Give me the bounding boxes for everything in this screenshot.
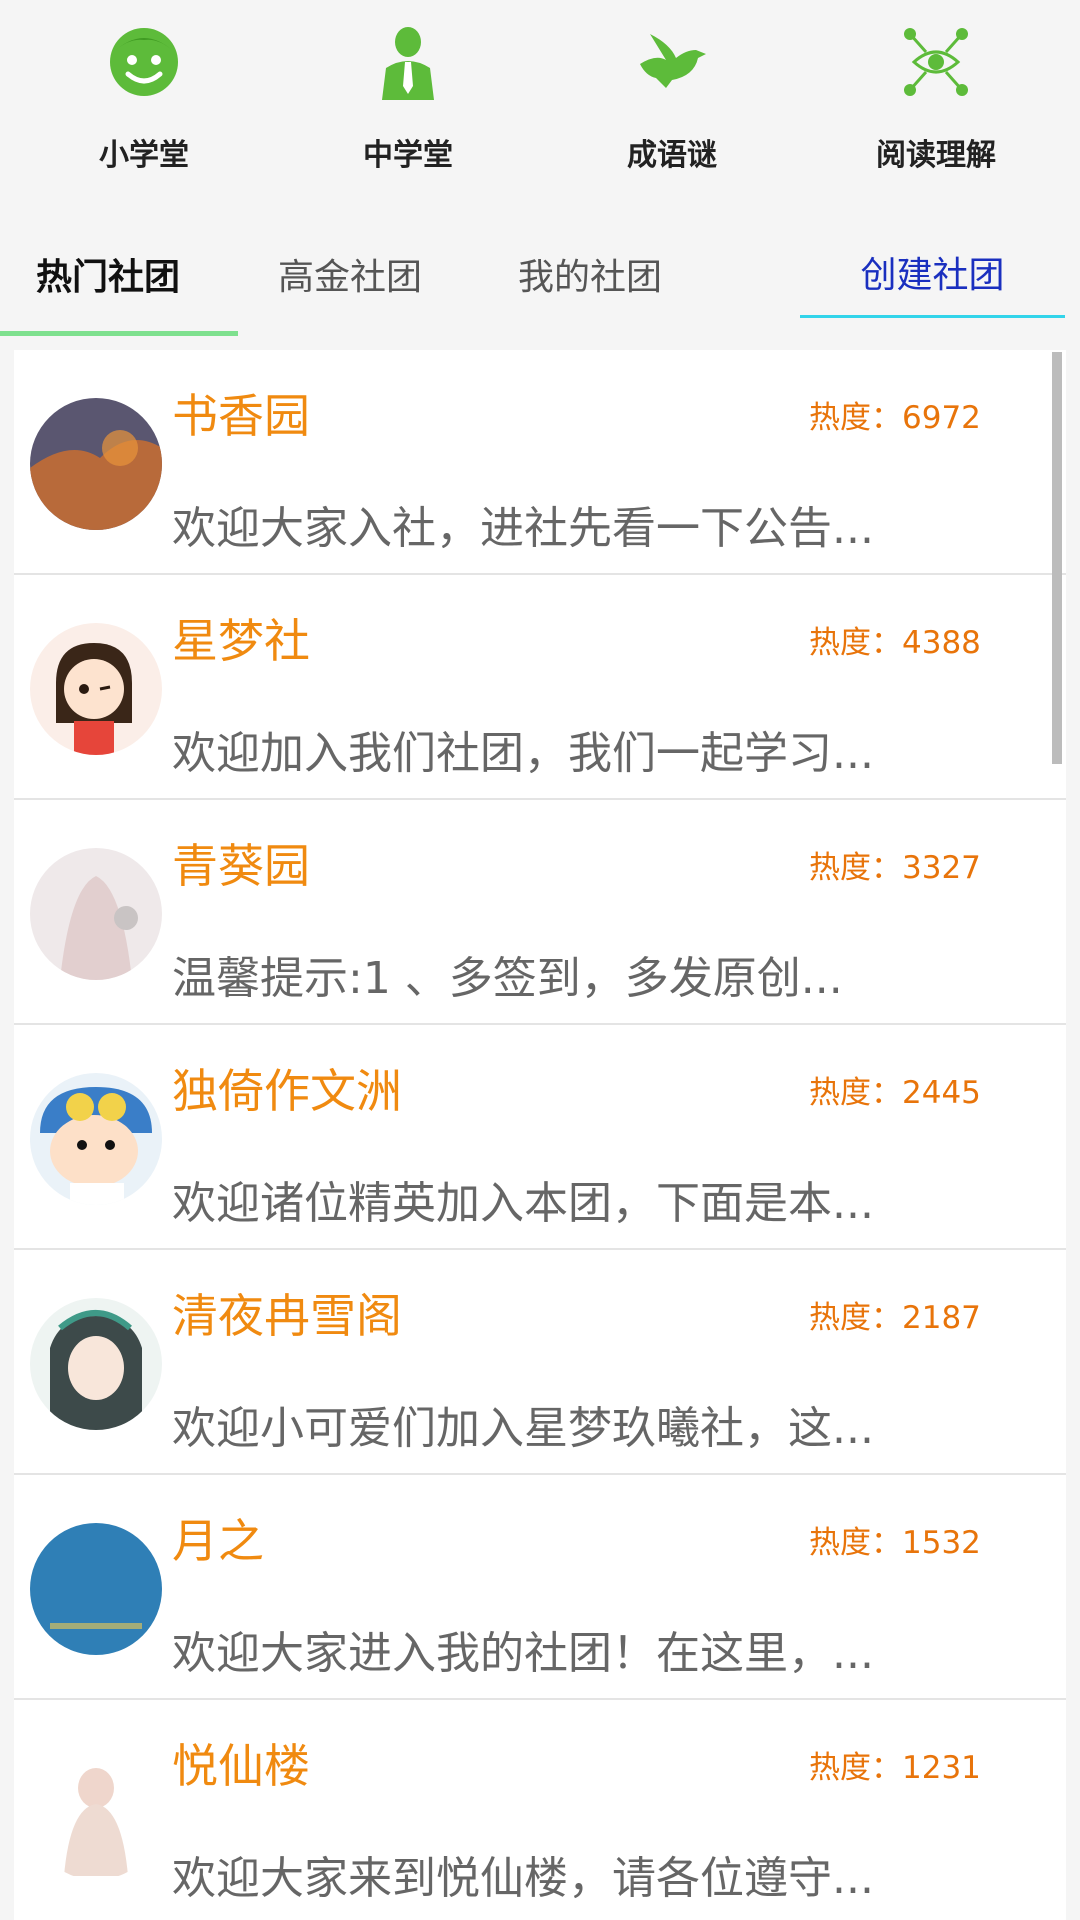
club-heat: 热度：2187 [809, 1300, 981, 1336]
club-name: 独倚作文洲 [172, 1064, 402, 1118]
category-label: 成语谜 [627, 138, 717, 173]
club-description: 欢迎诸位精英加入本团，下面是本... [172, 1178, 874, 1229]
club-description: 欢迎大家来到悦仙楼，请各位遵守... [172, 1853, 874, 1904]
club-avatar [30, 398, 162, 530]
club-row[interactable]: 星梦社 热度：4388 欢迎加入我们社团，我们一起学习... [14, 575, 1066, 800]
category-bar: 小学堂 中学堂 成语谜 阅读理解 [0, 0, 1080, 200]
club-heat: 热度：1532 [809, 1525, 981, 1561]
smiley-face-icon [110, 28, 178, 96]
create-club-button[interactable]: 创建社团 [800, 246, 1065, 298]
club-avatar [30, 848, 162, 980]
club-name: 月之 [172, 1514, 264, 1568]
club-name: 青葵园 [172, 839, 310, 893]
tab-my-clubs[interactable]: 我的社团 [518, 248, 662, 300]
active-tab-indicator [0, 331, 238, 336]
club-row[interactable]: 书香园 热度：6972 欢迎大家入社，进社先看一下公告... [14, 350, 1066, 575]
club-description: 欢迎小可爱们加入星梦玖曦社，这... [172, 1403, 874, 1454]
category-xiaoxuetang[interactable]: 小学堂 [24, 0, 264, 200]
club-name: 悦仙楼 [172, 1739, 310, 1793]
tab-hot-clubs[interactable]: 热门社团 [36, 248, 180, 300]
club-description: 温馨提示:1 、多签到，多发原创... [172, 953, 843, 1004]
club-heat: 热度：6972 [809, 400, 981, 436]
person-tie-icon [382, 27, 434, 100]
club-heat: 热度：3327 [809, 850, 981, 886]
club-avatar [30, 1748, 162, 1880]
club-heat: 热度：2445 [809, 1075, 981, 1111]
club-avatar [30, 1298, 162, 1430]
eye-network-icon [904, 28, 968, 96]
club-avatar [30, 1073, 162, 1205]
club-row[interactable]: 月之 热度：1532 欢迎大家进入我的社团！在这里，... [14, 1475, 1066, 1700]
club-name: 星梦社 [172, 614, 310, 668]
club-description: 欢迎加入我们社团，我们一起学习... [172, 728, 874, 779]
club-heat: 热度：4388 [809, 625, 981, 661]
category-label: 中学堂 [363, 138, 453, 173]
list-scrollbar[interactable] [1052, 352, 1062, 764]
club-row[interactable]: 独倚作文洲 热度：2445 欢迎诸位精英加入本团，下面是本... [14, 1025, 1066, 1250]
club-heat: 热度：1231 [809, 1750, 981, 1786]
category-label: 小学堂 [99, 138, 189, 173]
club-row[interactable]: 青葵园 热度：3327 温馨提示:1 、多签到，多发原创... [14, 800, 1066, 1025]
tab-gaojin-clubs[interactable]: 高金社团 [278, 248, 422, 300]
category-yueduljie[interactable]: 阅读理解 [816, 0, 1056, 200]
club-list[interactable]: 书香园 热度：6972 欢迎大家入社，进社先看一下公告... 星梦社 热度：43… [14, 350, 1066, 1920]
category-zhongxuetang[interactable]: 中学堂 [288, 0, 528, 200]
club-avatar [30, 623, 162, 755]
club-avatar [30, 1523, 162, 1655]
club-name: 清夜冉雪阁 [172, 1289, 402, 1343]
club-description: 欢迎大家进入我的社团！在这里，... [172, 1628, 874, 1679]
category-label: 阅读理解 [876, 138, 996, 173]
club-description: 欢迎大家入社，进社先看一下公告... [172, 503, 874, 554]
category-chengyumi[interactable]: 成语谜 [552, 0, 792, 200]
club-row[interactable]: 悦仙楼 热度：1231 欢迎大家来到悦仙楼，请各位遵守... [14, 1700, 1066, 1920]
bird-icon [640, 34, 706, 88]
club-name: 书香园 [172, 389, 310, 443]
create-club-underline [800, 315, 1065, 318]
club-row[interactable]: 清夜冉雪阁 热度：2187 欢迎小可爱们加入星梦玖曦社，这... [14, 1250, 1066, 1475]
